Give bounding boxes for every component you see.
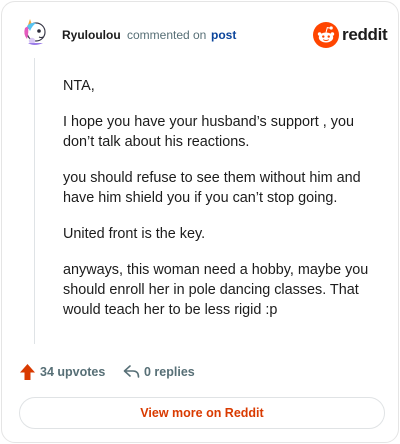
comment-paragraph: anyways, this woman need a hobby, maybe … bbox=[63, 262, 369, 318]
reply-arrow-icon bbox=[123, 365, 140, 378]
comment-paragraph: United front is the key. bbox=[63, 226, 206, 242]
comment-paragraph: you should refuse to see them without hi… bbox=[63, 170, 361, 206]
unicorn-avatar-icon bbox=[19, 17, 49, 47]
replies-count: 0 replies bbox=[144, 365, 195, 379]
comment-paragraph: NTA, bbox=[63, 78, 95, 94]
view-more-button[interactable]: View more on Reddit bbox=[19, 397, 385, 429]
embed-card: Ryuloulou commented on post reddit NTA, … bbox=[1, 1, 399, 443]
avatar[interactable] bbox=[19, 17, 49, 47]
commented-label: commented bbox=[127, 28, 190, 42]
reddit-wordmark: reddit bbox=[342, 25, 388, 44]
upvote-button[interactable]: 34 upvotes bbox=[19, 362, 105, 382]
on-label: on bbox=[193, 28, 207, 42]
post-link[interactable]: post bbox=[211, 28, 236, 42]
replies-button[interactable]: 0 replies bbox=[123, 362, 195, 382]
upvote-arrow-icon bbox=[20, 364, 35, 380]
comment-body: NTA, I hope you have your husband’s supp… bbox=[63, 76, 373, 336]
reddit-snoo-icon bbox=[313, 22, 339, 48]
reddit-logo[interactable]: reddit bbox=[313, 22, 388, 48]
upvote-count: 34 upvotes bbox=[40, 365, 106, 379]
author-name[interactable]: Ryuloulou bbox=[62, 28, 121, 42]
thread-line[interactable] bbox=[34, 58, 35, 344]
comment-paragraph: I hope you have your husband’s support ,… bbox=[63, 114, 354, 150]
